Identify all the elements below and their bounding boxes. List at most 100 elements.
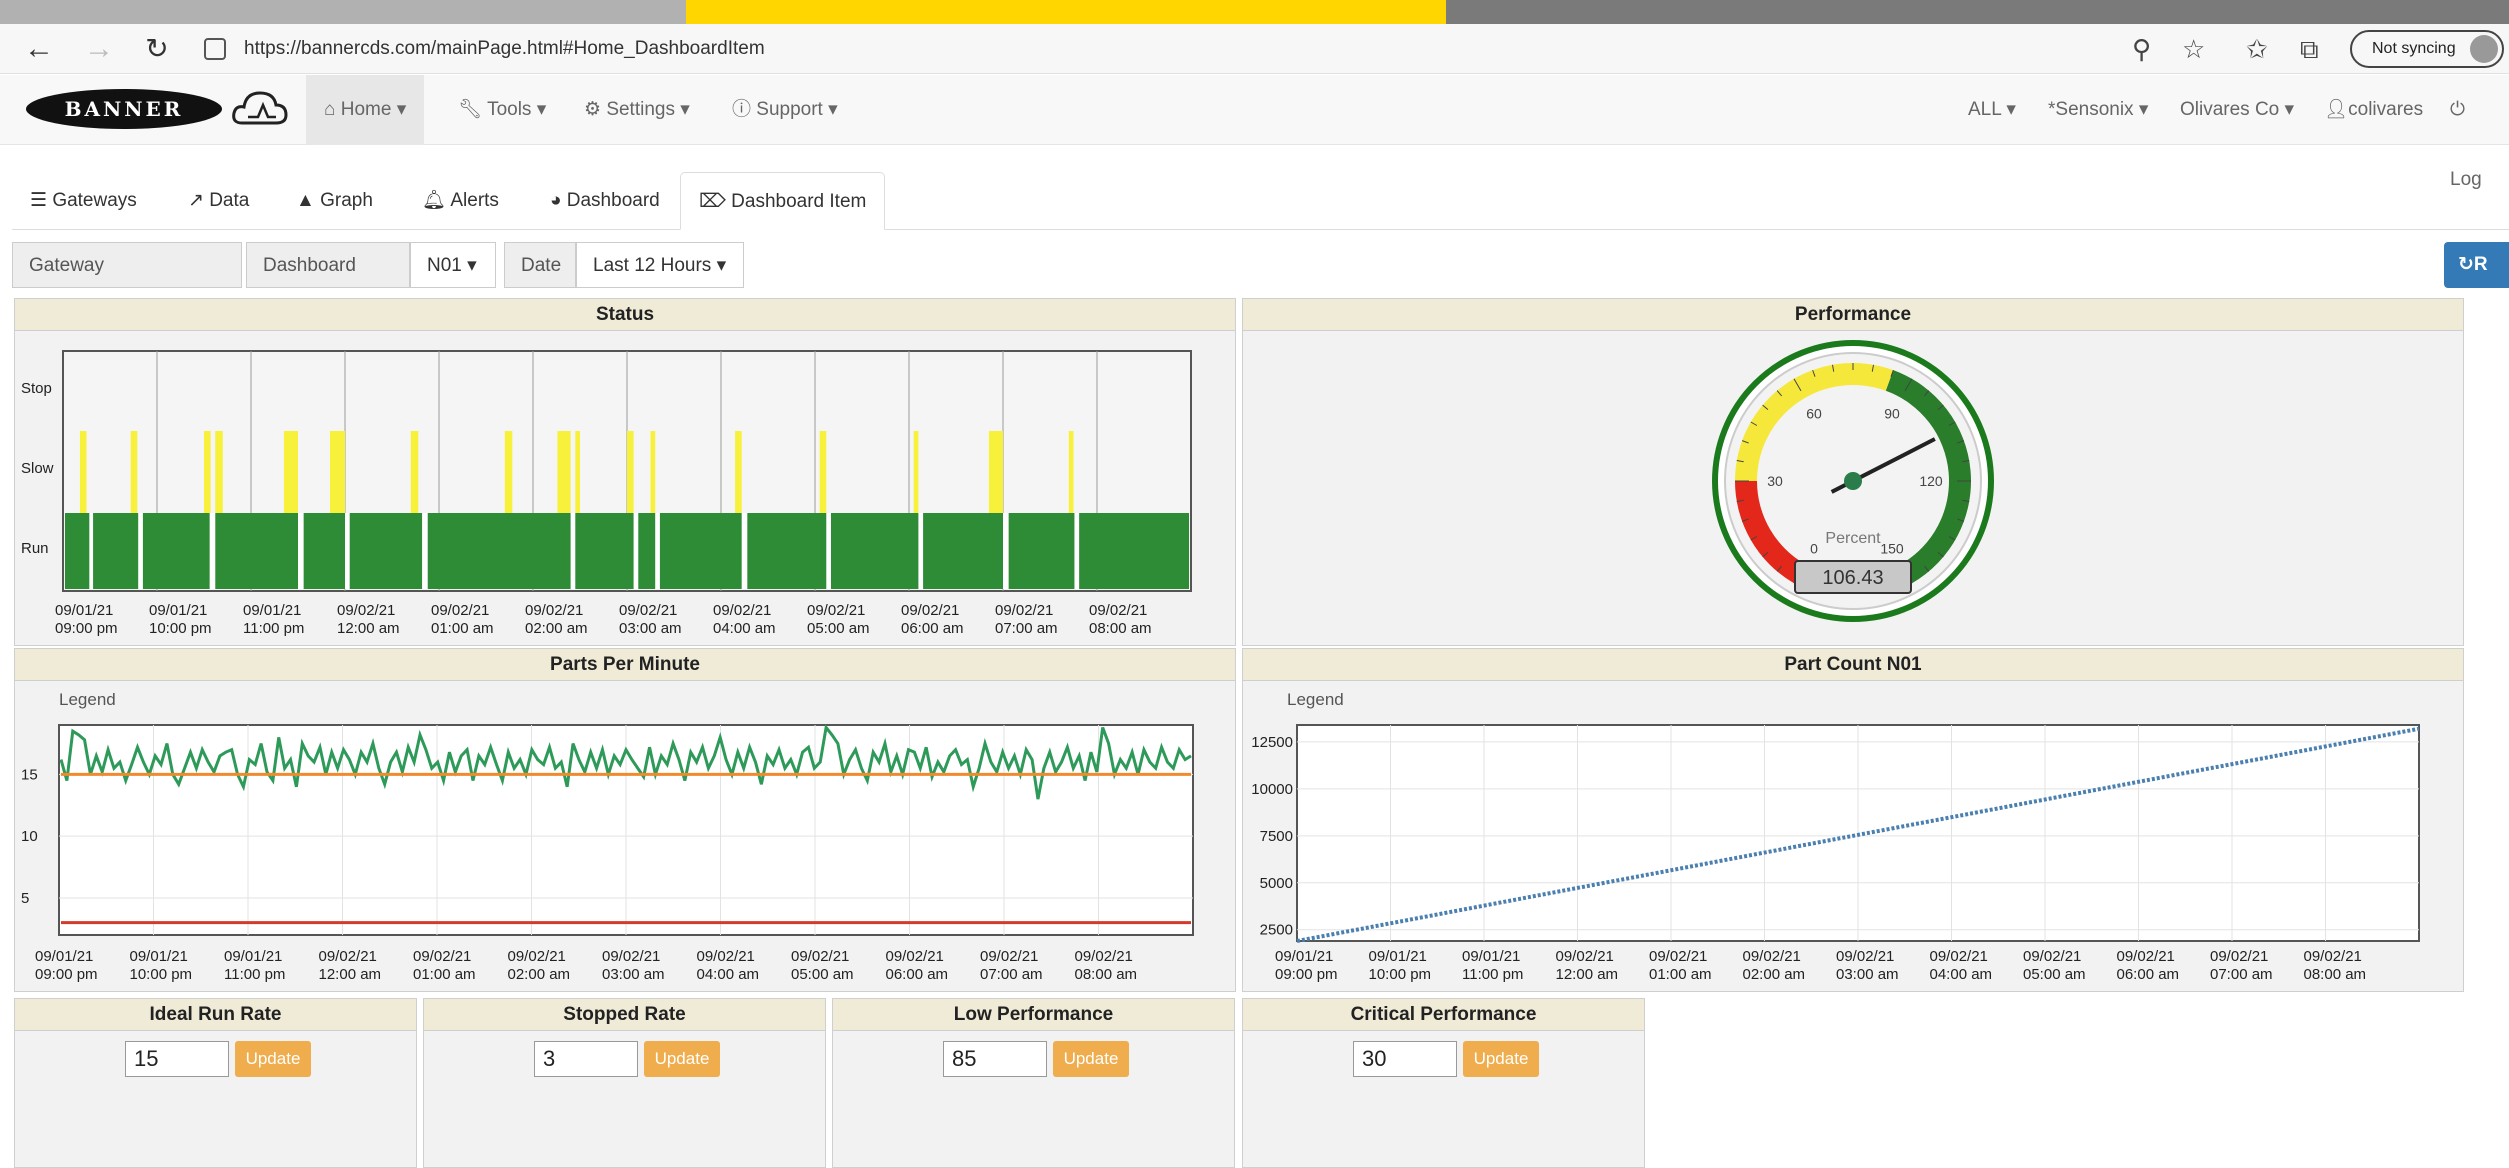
performance-gauge: 0 30 60 90 120 150Percent 106.43 bbox=[1712, 340, 1994, 622]
gauge-tick-label: 0 bbox=[1810, 541, 1818, 557]
stopped-rate-input[interactable]: 3 bbox=[534, 1041, 638, 1077]
menu-settings[interactable]: ⚙ Settings ▾ bbox=[566, 75, 708, 145]
ideal-run-rate-input[interactable]: 15 bbox=[125, 1041, 229, 1077]
key-icon[interactable]: ⚲ bbox=[2132, 34, 2151, 64]
tab-dashboard-item[interactable]: ⌦ Dashboard Item bbox=[680, 172, 886, 230]
partcount-x-tick-date: 09/01/21 bbox=[1369, 948, 1427, 965]
status-run-bar bbox=[65, 513, 1189, 589]
low-performance-title: Low Performance bbox=[833, 999, 1234, 1031]
stopped-rate-panel: Stopped Rate 3 Update bbox=[423, 998, 826, 1168]
ppm-x-tick-date: 09/01/21 bbox=[35, 948, 93, 965]
menu-scope-all[interactable]: ALL ▾ bbox=[1950, 75, 2034, 145]
tab-dashboard-item-label: Dashboard Item bbox=[731, 191, 867, 212]
status-slow-bar bbox=[819, 431, 827, 513]
favorites-icon[interactable]: ✩ bbox=[2246, 34, 2268, 64]
tab-data[interactable]: ↗ Data bbox=[170, 172, 267, 230]
ideal-run-rate-update-button[interactable]: Update bbox=[235, 1041, 311, 1077]
partcount-x-tick-time: 01:00 am bbox=[1649, 966, 1712, 983]
ppm-x-tick-time: 11:00 pm bbox=[224, 966, 285, 983]
menu-tools[interactable]: 🔧︎ Tools ▾ bbox=[440, 75, 564, 145]
status-x-tick-date: 09/02/21 bbox=[619, 602, 677, 619]
status-x-tick-date: 09/02/21 bbox=[337, 602, 395, 619]
status-gap-bar bbox=[209, 513, 216, 589]
status-gap-bar bbox=[138, 513, 143, 589]
dashboard-item-label: Dashboard Item bbox=[246, 242, 410, 322]
user-label: colivares bbox=[2348, 99, 2424, 120]
partcount-x-tick-time: 04:00 am bbox=[1930, 966, 1993, 983]
menu-logout[interactable]: ⏻︎ Log bbox=[2432, 75, 2509, 190]
tab-graph[interactable]: ▲ Graph bbox=[278, 172, 391, 230]
status-gap-bar bbox=[741, 513, 748, 589]
partcount-x-tick-date: 09/02/21 bbox=[1556, 948, 1614, 965]
reload-icon[interactable]: ↻ bbox=[140, 32, 174, 66]
menu-company[interactable]: Olivares Co ▾ bbox=[2162, 75, 2312, 145]
status-gap-bar bbox=[345, 513, 350, 589]
tab-alerts[interactable]: 🔔︎ Alerts bbox=[404, 172, 517, 230]
menu-settings-label: Settings bbox=[606, 99, 675, 120]
status-x-tick-time: 03:00 am bbox=[619, 620, 682, 637]
tab-dashboard[interactable]: ◕ Dashboard bbox=[532, 172, 678, 230]
dashboard-item-dropdown[interactable]: N01 ▾ bbox=[410, 242, 496, 288]
logo-text: BANNER bbox=[64, 97, 184, 121]
partcount-x-tick-date: 09/02/21 bbox=[1743, 948, 1801, 965]
status-gap-bar bbox=[422, 513, 428, 589]
status-gap-bar bbox=[1003, 513, 1009, 589]
ppm-x-tick-time: 12:00 am bbox=[319, 966, 382, 983]
status-x-tick-time: 04:00 am bbox=[713, 620, 776, 637]
forward-icon[interactable]: → bbox=[82, 32, 116, 66]
low-performance-update-button[interactable]: Update bbox=[1053, 1041, 1129, 1077]
ppm-x-tick-time: 02:00 am bbox=[508, 966, 571, 983]
favorite-add-icon[interactable]: ☆ bbox=[2182, 34, 2205, 64]
ppm-x-tick-date: 09/01/21 bbox=[130, 948, 188, 965]
menu-user[interactable]: 👤︎colivares bbox=[2306, 75, 2441, 145]
back-icon[interactable]: ← bbox=[22, 32, 56, 66]
partcount-x-tick-time: 07:00 am bbox=[2210, 966, 2273, 983]
tab-gateways[interactable]: ☰ Gateways bbox=[12, 172, 155, 230]
url-text: https://bannercds.com/mainPage.html#Home… bbox=[244, 38, 765, 59]
collections-icon[interactable]: ⧉ bbox=[2300, 34, 2319, 64]
status-x-tick-time: 01:00 am bbox=[431, 620, 494, 637]
gauge-hub bbox=[1844, 472, 1862, 490]
critical-performance-update-button[interactable]: Update bbox=[1463, 1041, 1539, 1077]
partcount-y-tick: 5000 bbox=[1260, 875, 1293, 892]
date-range-value: Last 12 Hours bbox=[593, 255, 712, 276]
low-performance-input[interactable]: 85 bbox=[943, 1041, 1047, 1077]
stripe-gray bbox=[0, 0, 686, 24]
status-slow-bar bbox=[913, 431, 919, 513]
status-x-tick-time: 09:00 pm bbox=[55, 620, 118, 637]
status-y-label: Run bbox=[21, 540, 49, 557]
critical-performance-input[interactable]: 30 bbox=[1353, 1041, 1457, 1077]
profile-avatar-icon bbox=[2470, 35, 2498, 63]
menu-support[interactable]: ⓘ Support ▾ bbox=[714, 75, 856, 145]
status-x-tick-time: 07:00 am bbox=[995, 620, 1058, 637]
gauge-tick-label: 30 bbox=[1767, 473, 1783, 489]
ppm-x-tick-date: 09/02/21 bbox=[980, 948, 1038, 965]
ppm-x-tick-time: 10:00 pm bbox=[130, 966, 193, 983]
banner-logo[interactable]: BANNER bbox=[26, 89, 222, 129]
partcount-x-tick-date: 09/02/21 bbox=[2023, 948, 2081, 965]
address-bar[interactable]: https://bannercds.com/mainPage.html#Home… bbox=[204, 30, 2084, 68]
ppm-x-tick-date: 09/01/21 bbox=[224, 948, 282, 965]
date-range-dropdown[interactable]: Last 12 Hours ▾ bbox=[576, 242, 744, 288]
menu-home[interactable]: ⌂ Home ▾ bbox=[306, 75, 425, 145]
ppm-panel: Parts Per Minute Legend 5 10 15 09/01/21 09:0… bbox=[14, 648, 1236, 992]
ppm-x-tick-time: 06:00 am bbox=[886, 966, 949, 983]
profile-sync-button[interactable]: Not syncing bbox=[2350, 30, 2504, 68]
partcount-x-tick-date: 09/02/21 bbox=[1930, 948, 1988, 965]
tab-dashboard-label: Dashboard bbox=[566, 190, 660, 211]
ppm-x-tick-date: 09/02/21 bbox=[886, 948, 944, 965]
status-slow-bar bbox=[735, 431, 742, 513]
status-gap-bar bbox=[918, 513, 924, 589]
status-x-tick-time: 06:00 am bbox=[901, 620, 964, 637]
status-y-label: Stop bbox=[21, 380, 52, 397]
status-gap-bar bbox=[633, 513, 639, 589]
status-slow-bar bbox=[215, 431, 223, 513]
refresh-button[interactable]: ↻R bbox=[2444, 242, 2509, 288]
menu-sensonix[interactable]: *Sensonix ▾ bbox=[2030, 75, 2166, 145]
status-title: Status bbox=[15, 299, 1235, 331]
stopped-rate-update-button[interactable]: Update bbox=[644, 1041, 720, 1077]
ppm-title: Parts Per Minute bbox=[15, 649, 1235, 681]
tab-data-label: Data bbox=[209, 190, 250, 211]
partcount-x-tick-time: 05:00 am bbox=[2023, 966, 2086, 983]
partcount-y-tick: 12500 bbox=[1251, 734, 1293, 751]
